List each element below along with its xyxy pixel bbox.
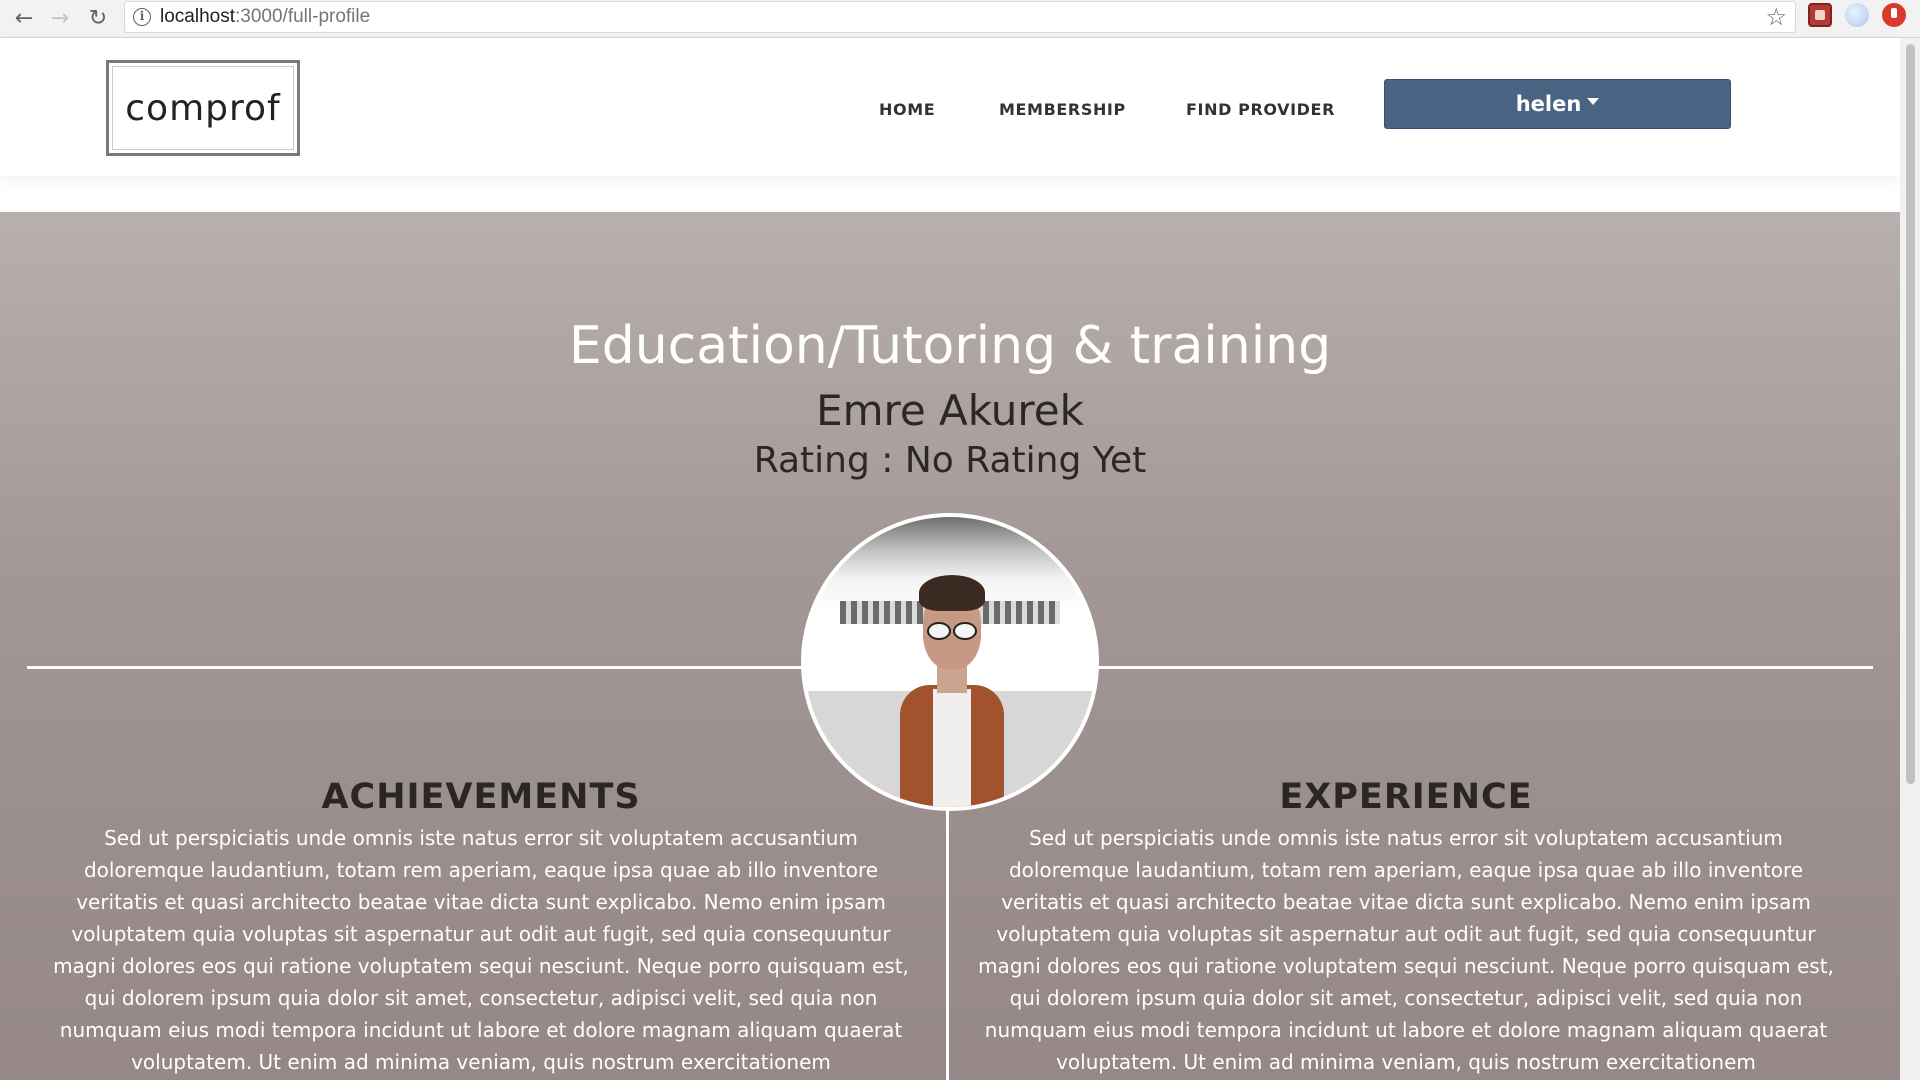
nav-membership-link[interactable]: MEMBERSHIP xyxy=(999,100,1126,119)
avatar-glasses xyxy=(927,622,977,640)
address-bar[interactable]: i localhost:3000/full-profile ☆ xyxy=(124,1,1796,33)
nav-find-provider-link[interactable]: FIND PROVIDER xyxy=(1186,100,1335,119)
achievements-title: ACHIEVEMENTS xyxy=(321,777,641,817)
caret-down-icon xyxy=(1587,97,1600,105)
nav-home-link[interactable]: HOME xyxy=(879,100,935,119)
url-host: localhost xyxy=(160,6,235,27)
avatar-hair xyxy=(919,575,985,611)
achievements-text: Sed ut perspiciatis unde omnis iste natu… xyxy=(53,826,909,1074)
url-text[interactable]: localhost:3000/full-profile xyxy=(160,6,370,28)
info-icon[interactable]: i xyxy=(133,8,151,26)
provider-name: Emre Akurek xyxy=(816,386,1084,435)
rating-text: Rating : No Rating Yet xyxy=(753,440,1147,481)
extension-icon[interactable] xyxy=(1845,3,1869,27)
user-name: helen xyxy=(1515,92,1582,116)
back-icon[interactable]: ← xyxy=(10,4,38,32)
experience-title: EXPERIENCE xyxy=(1279,777,1533,817)
url-path: :3000/full-profile xyxy=(235,6,371,27)
profile-hero: Education/Tutoring & training Emre Akure… xyxy=(0,212,1900,1080)
site-header: comprof HOME MEMBERSHIP FIND PROVIDER he… xyxy=(0,38,1900,176)
logo[interactable]: comprof xyxy=(106,60,300,156)
extension-icon[interactable] xyxy=(1882,3,1906,27)
browser-toolbar: ← → ↻ i localhost:3000/full-profile ☆ xyxy=(0,0,1920,38)
extension-icon[interactable] xyxy=(1808,3,1832,27)
profile-category: Education/Tutoring & training xyxy=(568,316,1332,376)
avatar xyxy=(801,513,1099,811)
user-menu-button[interactable]: helen xyxy=(1384,79,1731,129)
scrollbar-thumb[interactable] xyxy=(1906,44,1915,784)
reload-icon[interactable]: ↻ xyxy=(84,4,112,32)
experience-text: Sed ut perspiciatis unde omnis iste natu… xyxy=(978,826,1834,1074)
bookmark-star-icon[interactable]: ☆ xyxy=(1765,3,1787,31)
forward-icon[interactable]: → xyxy=(46,4,74,32)
page-scrollbar[interactable] xyxy=(1900,38,1920,1080)
logo-text: comprof xyxy=(125,87,281,129)
